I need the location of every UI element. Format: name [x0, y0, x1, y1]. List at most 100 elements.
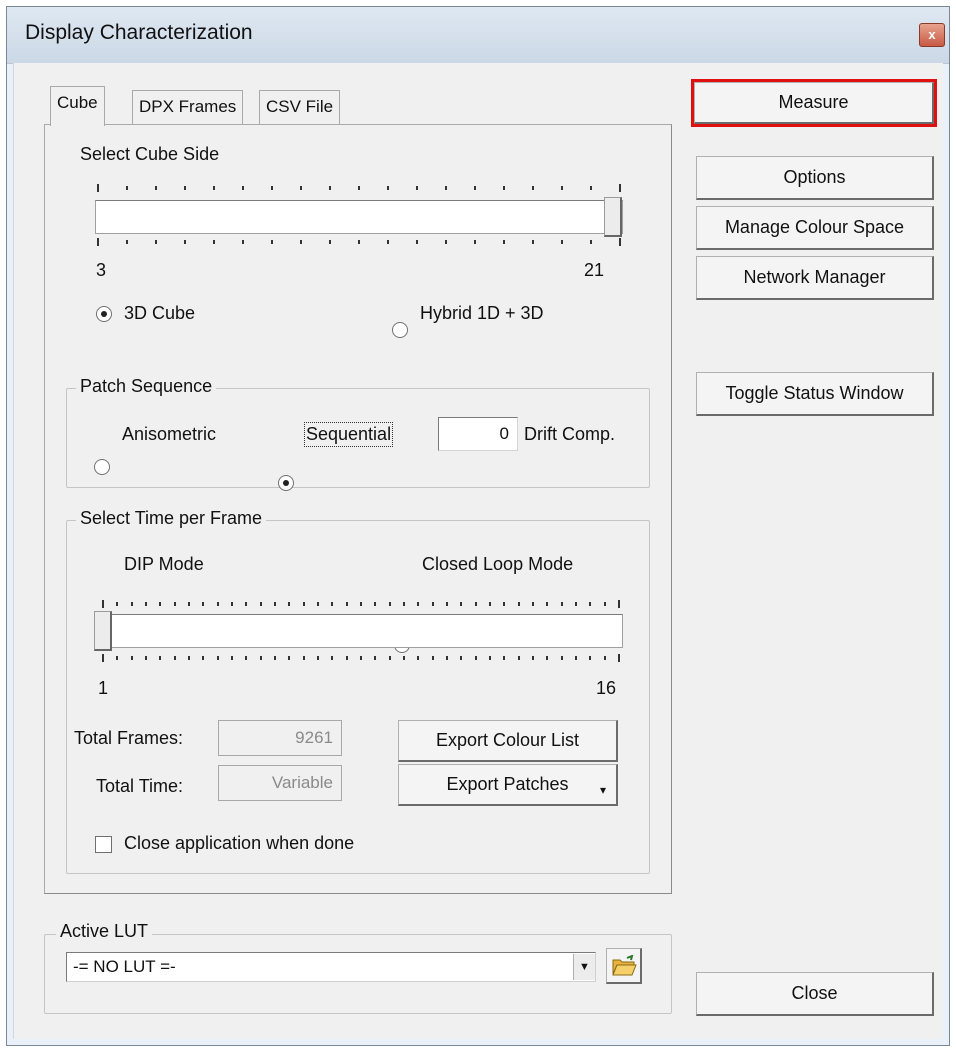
radio-3d-cube[interactable] — [96, 306, 112, 322]
slider-tick — [503, 656, 505, 660]
slider-tick — [618, 654, 620, 662]
slider-tick — [155, 240, 157, 244]
time-slider-max-label: 16 — [596, 678, 617, 698]
active-lut-title: Active LUT — [56, 921, 153, 942]
close-when-done-checkbox[interactable] — [95, 836, 112, 853]
close-button[interactable]: Close — [696, 972, 934, 1016]
slider-tick — [575, 602, 577, 606]
slider-tick — [174, 656, 176, 660]
slider-tick — [446, 602, 448, 606]
cube-side-slider-thumb[interactable] — [604, 197, 622, 237]
slider-tick — [245, 602, 247, 606]
title-bar[interactable]: Display Characterization x — [7, 7, 949, 64]
radio-sequential-label[interactable]: Sequential — [303, 422, 394, 447]
slider-tick — [317, 656, 319, 660]
tab-dpx-frames[interactable]: DPX Frames — [132, 90, 244, 124]
drift-comp-label: Drift Comp. — [524, 424, 616, 444]
tab-csv-label: CSV File — [266, 97, 334, 116]
slider-tick — [389, 602, 391, 606]
slider-tick — [590, 240, 592, 244]
slider-tick — [126, 186, 128, 190]
slider-tick — [184, 240, 186, 244]
slider-tick — [242, 186, 244, 190]
slider-tick — [217, 656, 219, 660]
drift-comp-input[interactable]: 0 — [438, 417, 518, 451]
cube-side-slider-track[interactable] — [95, 197, 623, 237]
manage-colour-space-button[interactable]: Manage Colour Space — [696, 206, 934, 250]
slider-tick — [503, 240, 505, 244]
radio-anisometric-label[interactable]: Anisometric — [122, 424, 216, 445]
measure-button[interactable]: Measure — [691, 79, 937, 127]
slider-tick — [145, 656, 147, 660]
slider-tick — [231, 602, 233, 606]
slider-tick — [387, 240, 389, 244]
slider-tick — [145, 602, 147, 606]
radio-hybrid[interactable] — [392, 322, 408, 338]
slider-tick — [116, 656, 118, 660]
cube-side-ticks-bottom — [97, 238, 621, 246]
radio-closed-loop-label[interactable]: Closed Loop Mode — [422, 554, 573, 575]
radio-sequential[interactable] — [278, 475, 294, 491]
slider-tick — [589, 656, 591, 660]
close-when-done-label[interactable]: Close application when done — [124, 833, 354, 854]
slider-tick — [288, 656, 290, 660]
tab-cube[interactable]: Cube — [50, 86, 105, 126]
slider-tick — [561, 240, 563, 244]
tab-csv-file[interactable]: CSV File — [259, 90, 341, 124]
slider-tick — [589, 602, 591, 606]
slider-tick — [271, 240, 273, 244]
lut-select-value: -= NO LUT =- — [73, 957, 176, 976]
manage-colour-space-label: Manage Colour Space — [724, 217, 905, 237]
chevron-down-icon[interactable]: ▼ — [573, 954, 595, 980]
slider-tick — [532, 656, 534, 660]
time-slider-min-label: 1 — [98, 678, 109, 698]
slider-tick — [102, 654, 104, 662]
slider-tick — [503, 186, 505, 190]
slider-tick — [619, 184, 621, 192]
radio-dip-mode-label[interactable]: DIP Mode — [124, 554, 204, 575]
slider-tick — [417, 602, 419, 606]
time-slider-thumb[interactable] — [94, 611, 112, 651]
lut-select[interactable]: -= NO LUT =- ▼ — [66, 952, 596, 982]
network-manager-button[interactable]: Network Manager — [696, 256, 934, 300]
toggle-status-window-label: Toggle Status Window — [725, 383, 904, 403]
tab-cube-label: Cube — [57, 93, 98, 112]
slider-tick — [604, 656, 606, 660]
slider-tick — [346, 602, 348, 606]
export-patches-button[interactable]: Export Patches ▾ — [398, 764, 618, 806]
slider-tick — [389, 656, 391, 660]
slider-tick — [303, 602, 305, 606]
tab-dpx-label: DPX Frames — [139, 97, 237, 116]
radio-3d-cube-label[interactable]: 3D Cube — [124, 303, 195, 324]
time-slider-track[interactable] — [94, 611, 623, 651]
slider-tick — [260, 656, 262, 660]
slider-tick — [155, 186, 157, 190]
slider-tick — [546, 602, 548, 606]
slider-tick — [217, 602, 219, 606]
slider-tick — [575, 656, 577, 660]
slider-tick — [474, 240, 476, 244]
slider-tick — [331, 602, 333, 606]
open-lut-folder-button[interactable] — [606, 948, 642, 984]
toggle-status-window-button[interactable]: Toggle Status Window — [696, 372, 934, 416]
slider-tick — [260, 602, 262, 606]
slider-tick — [303, 656, 305, 660]
slider-tick — [97, 238, 99, 246]
slider-tick — [202, 656, 204, 660]
slider-tick — [159, 656, 161, 660]
slider-tick — [460, 656, 462, 660]
slider-tick — [159, 602, 161, 606]
slider-tick — [590, 186, 592, 190]
slider-tick — [102, 600, 104, 608]
total-frames-field: 9261 — [218, 720, 342, 756]
slider-tick — [174, 602, 176, 606]
slider-tick — [97, 184, 99, 192]
slider-tick — [274, 656, 276, 660]
slider-tick — [188, 656, 190, 660]
window-close-button[interactable]: x — [919, 23, 945, 47]
options-button[interactable]: Options — [696, 156, 934, 200]
slider-tick — [116, 602, 118, 606]
radio-hybrid-label[interactable]: Hybrid 1D + 3D — [420, 303, 544, 324]
radio-anisometric[interactable] — [94, 459, 110, 475]
export-colour-list-button[interactable]: Export Colour List — [398, 720, 618, 762]
